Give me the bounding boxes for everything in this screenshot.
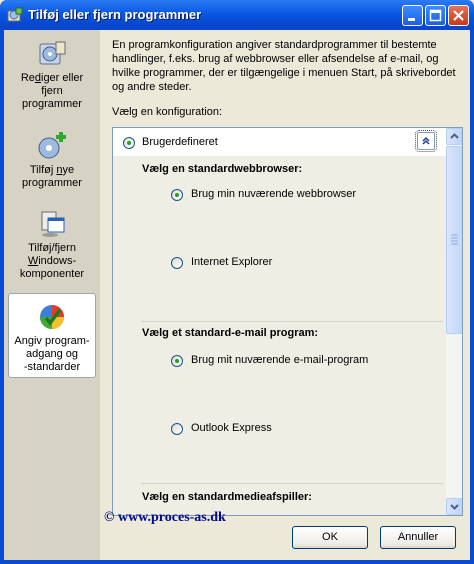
sidebar-item-label: Tilføj nye (29, 164, 75, 176)
maximize-icon (429, 9, 442, 22)
arrow-down-icon (450, 504, 459, 510)
radio-current-webbrowser[interactable] (171, 189, 183, 201)
config-name: Brugerdefineret (142, 136, 218, 148)
window-title: Tilføj eller fjern programmer (28, 7, 202, 22)
close-icon (453, 10, 464, 21)
add-remove-programs-icon (7, 7, 23, 22)
option-label: Internet Explorer (191, 256, 273, 268)
choose-config-label: Vælg en konfiguration: (112, 106, 223, 118)
config-radio-custom[interactable] (123, 137, 135, 149)
intro-text: En programkonfiguration angiver standard… (112, 39, 456, 93)
sidebar-item-label: -standarder (23, 361, 81, 373)
chevron-up-icon (422, 136, 430, 145)
arrow-up-icon (450, 133, 459, 139)
windows-components-icon (41, 211, 65, 237)
window: Tilføj eller fjern programmer Rediger el… (0, 0, 474, 564)
minimize-button[interactable] (402, 5, 423, 26)
group-title-email: Vælg et standard-e-mail program: (142, 327, 319, 339)
ok-button[interactable]: OK (292, 526, 368, 549)
sidebar-item-label: Rediger eller (20, 72, 84, 84)
scroll-down-button[interactable] (446, 498, 462, 515)
sidebar-item-label: programmer (22, 177, 82, 189)
add-programs-icon (38, 132, 66, 159)
sidebar-item-edit-remove[interactable]: Rediger eller fjern programmer (8, 38, 96, 111)
divider (141, 321, 443, 322)
radio-current-email[interactable] (171, 355, 183, 367)
watermark: © www.proces-as.dk (104, 510, 226, 525)
option-label: Brug min nuværende webbrowser (191, 188, 357, 200)
sidebar: Rediger eller fjern programmer Tilføj ny… (4, 30, 100, 560)
config-header[interactable]: Brugerdefineret (113, 128, 446, 156)
title-bar[interactable]: Tilføj eller fjern programmer (0, 0, 474, 30)
radio-internet-explorer[interactable] (171, 257, 183, 269)
radio-outlook-express[interactable] (171, 423, 183, 435)
sidebar-item-label: adgang og (26, 348, 78, 360)
sidebar-item-label: programmer (22, 98, 82, 110)
group-title-webbrowser: Vælg en standardwebbrowser: (142, 163, 303, 175)
option-label: Brug mit nuværende e-mail-program (191, 354, 369, 366)
close-button[interactable] (448, 5, 469, 26)
divider (141, 483, 443, 484)
sidebar-item-label: fjern (41, 85, 63, 97)
program-access-icon (40, 305, 64, 329)
maximize-button[interactable] (425, 5, 446, 26)
sidebar-item-program-access[interactable]: Angiv program- adgang og -standarder (8, 293, 96, 378)
scroll-up-button[interactable] (446, 128, 462, 145)
sidebar-item-label: Tilføj/fjern (28, 242, 76, 254)
sidebar-item-windows-components[interactable]: Tilføj/fjern Windows- komponenter (8, 208, 96, 281)
sidebar-item-label: Windows- (27, 255, 77, 267)
grip-icon (451, 234, 458, 245)
window-client: Rediger eller fjern programmer Tilføj ny… (4, 30, 470, 560)
group-title-mediaplayer: Vælg en standardmedieafspiller: (142, 491, 312, 503)
config-options: Vælg en standardwebbrowser: Brug min nuv… (113, 156, 446, 515)
edit-remove-programs-icon (39, 41, 66, 65)
configuration-list[interactable]: Brugerdefineret Vælg en standardwebbrows… (112, 127, 463, 516)
sidebar-item-label: komponenter (19, 268, 85, 280)
cancel-button[interactable]: Annuller (380, 526, 456, 549)
sidebar-item-label: Angiv program- (14, 335, 90, 347)
sidebar-item-add-programs[interactable]: Tilføj nye programmer (8, 130, 96, 190)
vertical-scrollbar[interactable] (446, 128, 462, 515)
option-label: Outlook Express (191, 422, 272, 434)
minimize-icon (408, 18, 415, 21)
scroll-thumb[interactable] (446, 146, 462, 334)
collapse-button[interactable] (415, 130, 437, 152)
